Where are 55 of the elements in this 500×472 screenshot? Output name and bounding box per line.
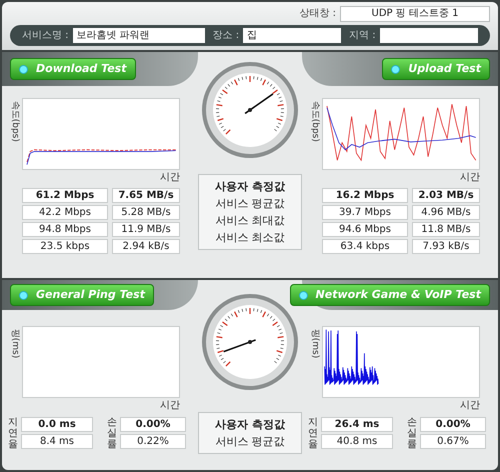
x-axis-label: 시간 [160, 399, 180, 413]
input-field[interactable]: 집 [243, 28, 342, 43]
test-button[interactable]: General Ping Test [10, 284, 154, 306]
value-cell: 7.65 MB/s [112, 188, 180, 203]
value-cell: 0.00% [420, 417, 486, 432]
input-field[interactable] [380, 28, 478, 43]
value-cell: 39.7 Mbps [322, 205, 408, 220]
value-cell: 2.03 MB/s [412, 188, 480, 203]
value-cell: 42.2 Mbps [22, 205, 108, 220]
value-cell: 61.2 Mbps [22, 188, 108, 203]
field-label: 장소 : [212, 29, 240, 43]
y-axis-label: 핑(ms) [8, 328, 21, 360]
value-cell: 0.67% [420, 434, 486, 449]
value-cell: 26.4 ms [321, 417, 393, 432]
vertical-label: 지연율 [308, 417, 318, 450]
value-cell: 2.94 kB/s [112, 239, 180, 254]
vertical-label: 손실률 [107, 417, 117, 450]
test-button[interactable]: Download Test [10, 58, 136, 80]
vertical-label: 지연율 [8, 417, 18, 450]
x-axis-label: 시간 [160, 171, 180, 185]
ping-trace-drawing [324, 329, 379, 386]
x-axis-label: 시간 [460, 171, 480, 185]
value-cell: 0.0 ms [21, 417, 93, 432]
value-cell: 0.22% [120, 434, 186, 449]
value-cell: 11.8 MB/s [412, 222, 480, 237]
test-button[interactable]: Network Game & VoIP Test [290, 284, 490, 306]
row-label: 서비스 최대값 [214, 213, 286, 228]
value-cell: 7.93 kB/s [412, 239, 480, 254]
status-field: UDP 핑 테스트중 1 [340, 6, 490, 22]
value-cell: 5.28 MB/s [112, 205, 180, 220]
value-cell: 0.00% [120, 417, 186, 432]
test-button[interactable]: Upload Test [382, 58, 490, 80]
field-label: 상태창 : [299, 7, 336, 21]
y-axis-label: 핑(ms) [308, 328, 321, 360]
value-cell: 94.8 Mbps [22, 222, 108, 237]
x-axis-label: 시간 [460, 399, 480, 413]
row-label: 서비스 평균값 [214, 196, 286, 211]
row-label: 서비스 평균값 [214, 434, 286, 449]
value-cell: 63.4 kbps [322, 239, 408, 254]
value-cell: 11.9 MB/s [112, 222, 180, 237]
row-label: 서비스 최소값 [214, 230, 286, 245]
vertical-label: 손실률 [407, 417, 417, 450]
field-label: 서비스명 : [22, 29, 69, 43]
value-cell: 16.2 Mbps [322, 188, 408, 203]
value-cell: 8.4 ms [21, 434, 93, 449]
input-field[interactable]: 보라홈넷 파워랜 [72, 28, 205, 43]
value-cell: 94.6 Mbps [322, 222, 408, 237]
row-label: 사용자 측정값 [214, 417, 286, 432]
value-cell: 4.96 MB/s [412, 205, 480, 220]
value-cell: 40.8 ms [321, 434, 393, 449]
row-label: 사용자 측정값 [214, 179, 286, 194]
field-label: 지역 : [349, 29, 376, 43]
y-axis-label: 속도(bps) [308, 100, 321, 144]
value-cell: 23.5 kbps [22, 239, 108, 254]
y-axis-label: 속도(bps) [8, 100, 21, 144]
